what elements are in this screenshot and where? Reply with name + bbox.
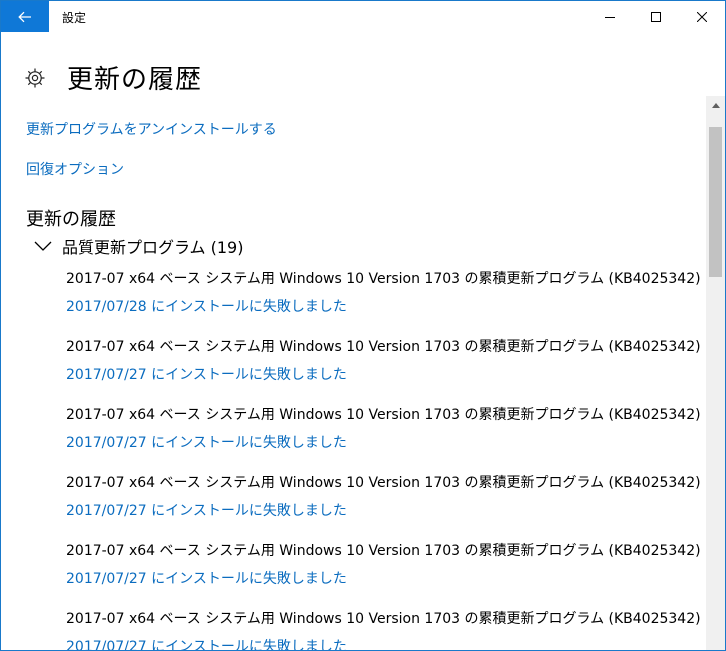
update-name: 2017-07 x64 ベース システム用 Windows 10 Version… [66, 543, 701, 559]
update-status-link[interactable]: 2017/07/28 にインストールに失敗しました [66, 296, 347, 316]
title-bar: 設定 [1, 1, 725, 32]
maximize-icon [651, 11, 661, 22]
update-name: 2017-07 x64 ベース システム用 Windows 10 Version… [66, 475, 701, 491]
scroll-thumb[interactable] [709, 127, 722, 277]
arrow-left-icon [18, 11, 31, 22]
update-status-link[interactable]: 2017/07/27 にインストールに失敗しました [66, 364, 347, 384]
minimize-icon [605, 16, 615, 18]
update-status-link[interactable]: 2017/07/27 にインストールに失敗しました [66, 432, 347, 452]
gear-icon [23, 66, 47, 90]
update-status-link[interactable]: 2017/07/27 にインストールに失敗しました [66, 568, 347, 588]
maximize-button[interactable] [633, 1, 679, 32]
recovery-options-link[interactable]: 回復オプション [26, 159, 124, 179]
close-button[interactable] [679, 1, 725, 32]
update-name: 2017-07 x64 ベース システム用 Windows 10 Version… [66, 611, 701, 627]
update-name: 2017-07 x64 ベース システム用 Windows 10 Version… [66, 271, 701, 287]
page-title: 更新の履歴 [67, 65, 203, 95]
group-label: 品質更新プログラム (19) [62, 238, 244, 257]
scroll-up-arrow-icon [711, 102, 720, 108]
chevron-down-icon [33, 239, 53, 253]
update-name: 2017-07 x64 ベース システム用 Windows 10 Version… [66, 407, 701, 423]
update-status-link[interactable]: 2017/07/27 にインストールに失敗しました [66, 636, 347, 650]
minimize-button[interactable] [587, 1, 633, 32]
section-title: 更新の履歴 [26, 209, 116, 230]
settings-window: 設定 更新の履歴 更新プログラムをアンインストールする 回復オプション 更新の履… [0, 0, 726, 651]
vertical-scrollbar[interactable] [706, 96, 725, 650]
quality-updates-group-toggle[interactable]: 品質更新プログラム (19) [33, 234, 243, 258]
uninstall-updates-link[interactable]: 更新プログラムをアンインストールする [26, 119, 277, 139]
back-button[interactable] [1, 1, 49, 32]
close-icon [697, 11, 707, 22]
page-header: 更新の履歴 [23, 59, 202, 96]
app-title: 設定 [62, 11, 87, 25]
update-name: 2017-07 x64 ベース システム用 Windows 10 Version… [66, 339, 701, 355]
update-status-link[interactable]: 2017/07/27 にインストールに失敗しました [66, 500, 347, 520]
scroll-up-button[interactable] [706, 96, 725, 114]
